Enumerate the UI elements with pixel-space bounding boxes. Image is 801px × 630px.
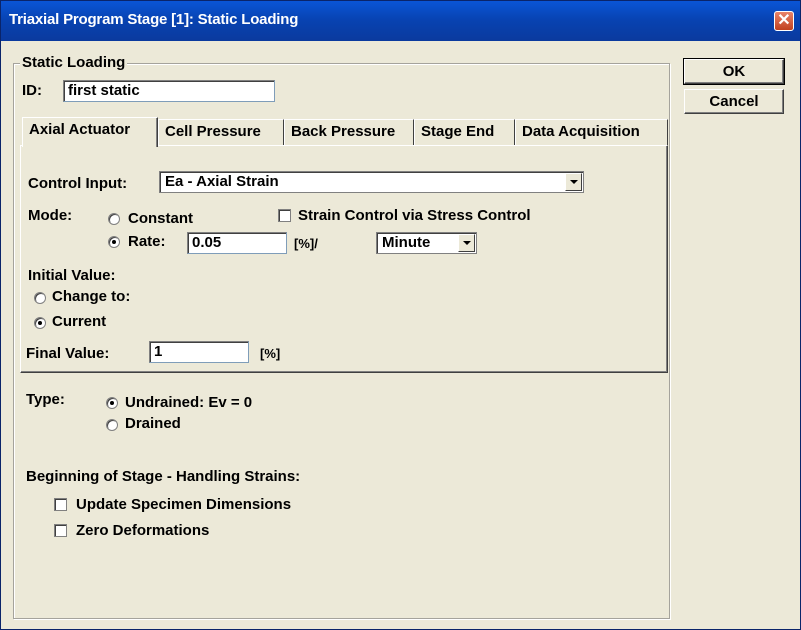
rate-period-select[interactable]: Minute bbox=[376, 232, 477, 254]
control-input-select[interactable]: Ea - Axial Strain bbox=[159, 171, 584, 193]
undrained-label[interactable]: Undrained: Ev = 0 bbox=[125, 394, 252, 411]
drained-radio[interactable] bbox=[106, 419, 118, 431]
strain-control-label[interactable]: Strain Control via Stress Control bbox=[298, 207, 531, 224]
title-bar[interactable]: Triaxial Program Stage [1]: Static Loadi… bbox=[1, 1, 800, 41]
final-value-input[interactable]: 1 bbox=[149, 341, 249, 363]
tab-cell-pressure[interactable]: Cell Pressure bbox=[158, 119, 284, 145]
dialog-window: Triaxial Program Stage [1]: Static Loadi… bbox=[0, 0, 801, 630]
close-icon[interactable]: ✕ bbox=[774, 11, 794, 31]
beginning-heading: Beginning of Stage - Handling Strains: bbox=[26, 468, 301, 485]
mode-label: Mode: bbox=[28, 207, 73, 224]
rate-unit-label: [%]/ bbox=[294, 236, 318, 251]
constant-radio[interactable] bbox=[108, 213, 120, 225]
control-input-label: Control Input: bbox=[28, 175, 128, 192]
tab-back-pressure[interactable]: Back Pressure bbox=[284, 119, 414, 145]
tab-stage-end[interactable]: Stage End bbox=[414, 119, 515, 145]
rate-radio[interactable] bbox=[108, 236, 120, 248]
update-dims-label[interactable]: Update Specimen Dimensions bbox=[76, 496, 291, 513]
group-legend: Static Loading bbox=[20, 54, 128, 71]
rate-input[interactable]: 0.05 bbox=[187, 232, 287, 254]
dialog-client: Static Loading ID: first static OK Cance… bbox=[4, 41, 797, 627]
window-title: Triaxial Program Stage [1]: Static Loadi… bbox=[9, 11, 299, 28]
strain-control-checkbox[interactable] bbox=[278, 209, 291, 222]
final-value-label: Final Value: bbox=[26, 345, 110, 362]
tab-data-acquisition[interactable]: Data Acquisition bbox=[515, 119, 668, 145]
id-label: ID: bbox=[22, 82, 42, 99]
constant-label[interactable]: Constant bbox=[128, 210, 193, 227]
final-value-unit: [%] bbox=[260, 346, 281, 361]
update-dims-checkbox[interactable] bbox=[54, 498, 67, 511]
rate-label[interactable]: Rate: bbox=[128, 233, 166, 250]
type-label: Type: bbox=[26, 391, 65, 408]
id-input[interactable]: first static bbox=[63, 80, 275, 102]
chevron-down-icon[interactable] bbox=[458, 234, 475, 252]
current-label[interactable]: Current bbox=[52, 313, 106, 330]
control-input-value: Ea - Axial Strain bbox=[165, 173, 279, 190]
ok-button[interactable]: OK bbox=[683, 58, 785, 85]
tab-axial-actuator[interactable]: Axial Actuator bbox=[22, 117, 158, 147]
current-radio[interactable] bbox=[34, 317, 46, 329]
drained-label[interactable]: Drained bbox=[125, 415, 181, 432]
change-to-label[interactable]: Change to: bbox=[52, 288, 130, 305]
rate-period-value: Minute bbox=[382, 234, 431, 251]
cancel-button[interactable]: Cancel bbox=[684, 89, 784, 114]
zero-def-checkbox[interactable] bbox=[54, 524, 67, 537]
initial-value-label: Initial Value: bbox=[28, 267, 116, 284]
change-to-radio[interactable] bbox=[34, 292, 46, 304]
id-value: first static bbox=[68, 82, 140, 99]
final-value-value: 1 bbox=[154, 343, 163, 360]
rate-value: 0.05 bbox=[192, 234, 222, 251]
undrained-radio[interactable] bbox=[106, 397, 118, 409]
zero-def-label[interactable]: Zero Deformations bbox=[76, 522, 209, 539]
chevron-down-icon[interactable] bbox=[565, 173, 582, 191]
